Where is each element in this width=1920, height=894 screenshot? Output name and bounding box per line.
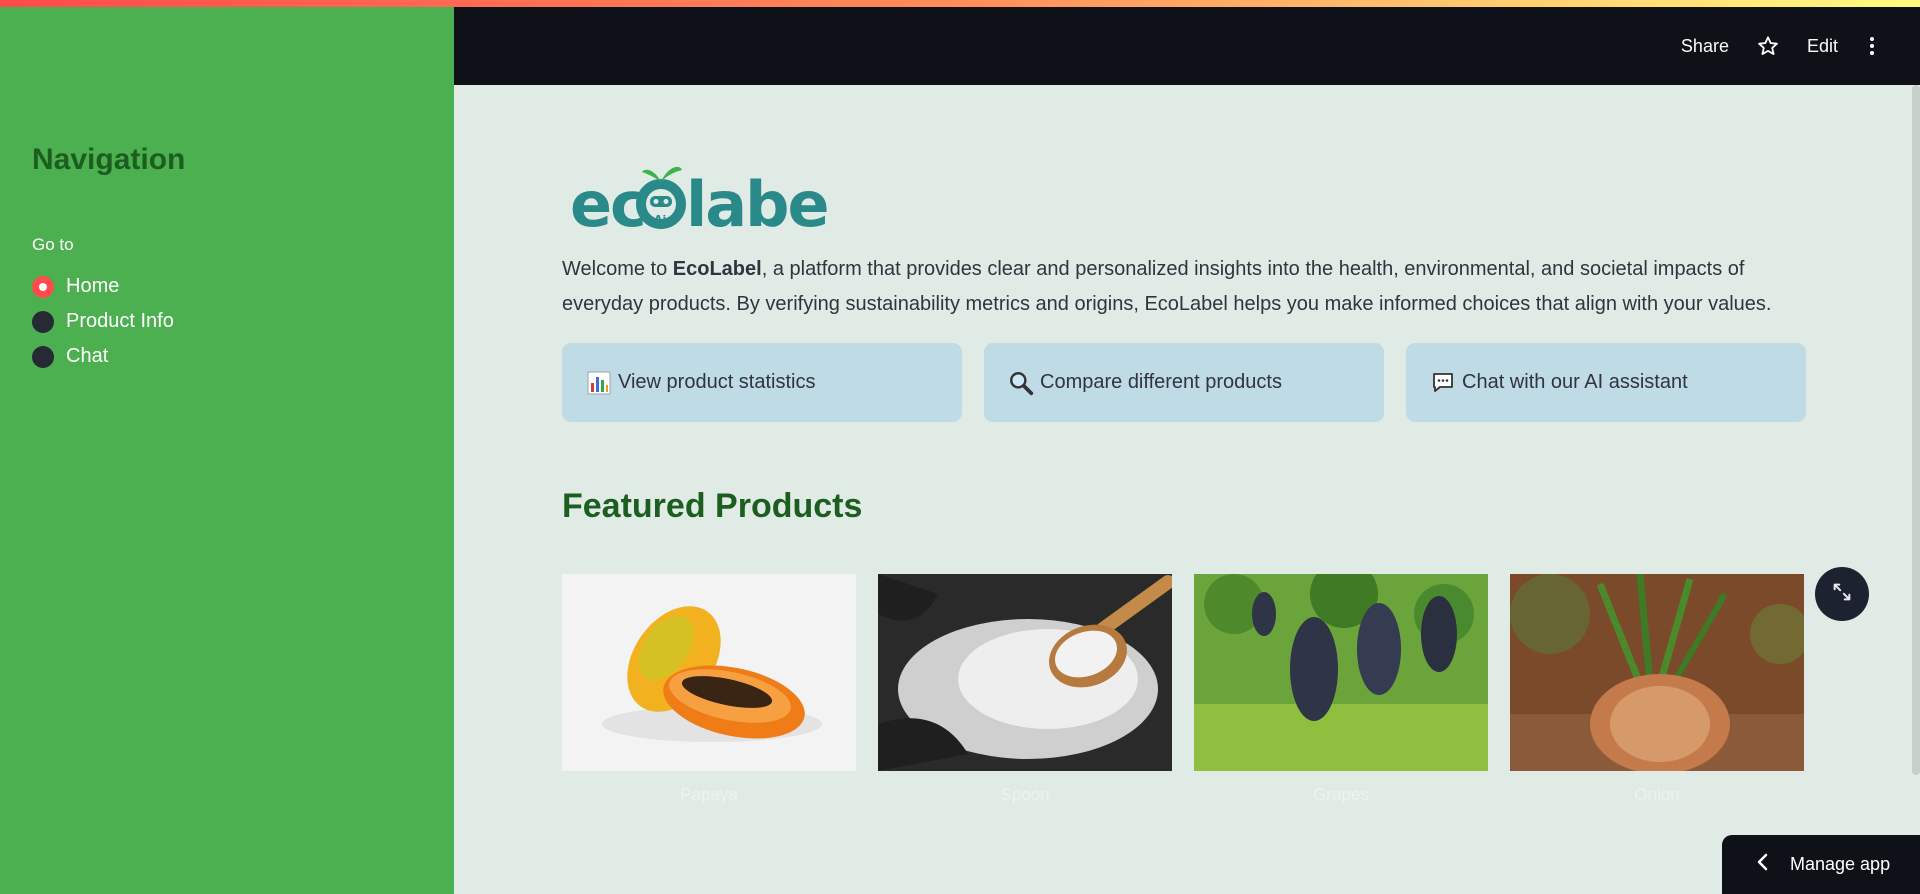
radio-unselected-icon[interactable] [32, 345, 54, 368]
radio-group-label: Go to [32, 235, 74, 254]
manage-app-button[interactable]: Manage app [1722, 835, 1920, 894]
expand-icon [1831, 581, 1853, 608]
radio-unselected-icon[interactable] [32, 310, 54, 333]
nav-radio-group: Home Product Info Chat [32, 269, 174, 374]
card-label: View product statistics [618, 371, 816, 393]
feature-cards: View product statistics Compare differen… [562, 343, 1806, 422]
top-decoration-bar [0, 0, 1920, 7]
sidebar: Navigation Go to Home Product Info Chat [0, 7, 454, 894]
edit-button[interactable]: Edit [1807, 36, 1838, 57]
app-header: Share Edit [454, 7, 1920, 85]
star-icon[interactable] [1757, 35, 1779, 57]
radio-selected-icon[interactable] [32, 275, 54, 298]
vertical-scrollbar[interactable] [1912, 85, 1920, 775]
speech-bubble-icon [1430, 370, 1456, 396]
svg-text:ec: ec [570, 168, 645, 238]
onion-image[interactable] [1510, 574, 1804, 771]
bar-chart-icon [586, 370, 612, 396]
product-caption: Papaya [680, 785, 738, 804]
compare-products-card[interactable]: Compare different products [984, 343, 1384, 422]
ecolabel-logo: ec label Ai [570, 166, 830, 238]
radio-label: Product Info [66, 310, 174, 332]
main-content: ec label Ai Welcome to EcoLabel, a platf… [454, 85, 1920, 894]
manage-app-label: Manage app [1790, 854, 1891, 874]
featured-products-title: Featured Products [562, 487, 863, 525]
magnifier-icon [1008, 370, 1034, 396]
share-button[interactable]: Share [1681, 36, 1729, 57]
product-caption: Grapes [1313, 785, 1369, 804]
kebab-menu-icon[interactable] [1866, 37, 1878, 55]
sidebar-title: Navigation [32, 143, 186, 176]
fullscreen-toggle-button[interactable] [1815, 567, 1869, 621]
product-caption: Onion [1634, 785, 1680, 804]
grapes-image[interactable] [1194, 574, 1488, 771]
product-card-papaya: Papaya [562, 574, 856, 805]
chat-assistant-card[interactable]: Chat with our AI assistant [1406, 343, 1806, 422]
radio-label: Home [66, 275, 120, 297]
svg-text:label: label [686, 168, 830, 238]
view-statistics-card[interactable]: View product statistics [562, 343, 962, 422]
papaya-image[interactable] [562, 574, 856, 771]
radio-option-home[interactable]: Home [32, 269, 174, 304]
intro-paragraph: Welcome to EcoLabel, a platform that pro… [562, 252, 1822, 322]
featured-products-grid: Papaya Spoon Grapes Onion [562, 574, 1804, 805]
spoon-image[interactable] [878, 574, 1172, 771]
radio-label: Chat [66, 345, 109, 367]
header-actions: Share Edit [1681, 7, 1878, 85]
product-card-spoon: Spoon [878, 574, 1172, 805]
radio-option-chat[interactable]: Chat [32, 339, 174, 374]
radio-option-product-info[interactable]: Product Info [32, 304, 174, 339]
card-label: Chat with our AI assistant [1462, 371, 1688, 393]
svg-text:Ai: Ai [654, 213, 666, 226]
product-caption: Spoon [1000, 785, 1050, 804]
chevron-left-icon [1756, 853, 1768, 876]
product-card-grapes: Grapes [1194, 574, 1488, 805]
card-label: Compare different products [1040, 371, 1282, 393]
brand-name: EcoLabel [672, 258, 762, 280]
product-card-onion: Onion [1510, 574, 1804, 805]
intro-prefix: Welcome to [562, 258, 673, 280]
